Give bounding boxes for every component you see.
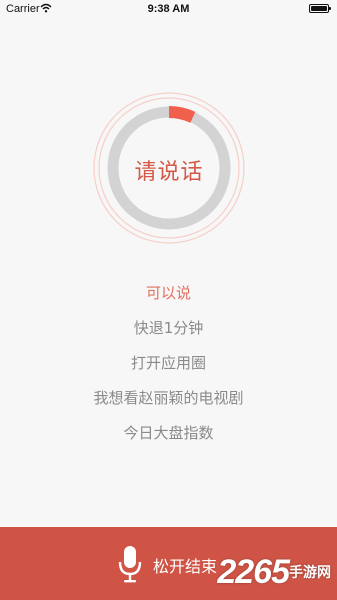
status-bar: Carrier 9:38 AM: [0, 0, 337, 18]
suggestion-item[interactable]: 我想看赵丽颖的电视剧: [0, 387, 337, 422]
site-watermark-logo: 2265手游网: [217, 553, 331, 592]
watermark-main: 2265: [217, 553, 290, 591]
voice-level-ring[interactable]: 请说话: [93, 92, 245, 244]
speak-prompt: 请说话: [134, 160, 204, 185]
watermark-sub: 手游网: [289, 565, 331, 581]
clock-time: 9:38 AM: [147, 3, 190, 15]
release-to-end-label: 松开结束: [153, 557, 218, 576]
suggestion-heading: 可以说: [145, 284, 191, 302]
microphone-icon: [118, 546, 142, 583]
suggestion-item[interactable]: 今日大盘指数: [0, 422, 337, 457]
release-to-end-button[interactable]: 松开结束 2265手游网: [0, 527, 337, 600]
suggestion-item[interactable]: 打开应用圈: [0, 352, 337, 387]
suggestion-item[interactable]: 快退1分钟: [0, 317, 337, 352]
suggestion-list: 可以说 快退1分钟 打开应用圈 我想看赵丽颖的电视剧 今日大盘指数: [0, 282, 337, 457]
battery-icon: [309, 4, 331, 13]
